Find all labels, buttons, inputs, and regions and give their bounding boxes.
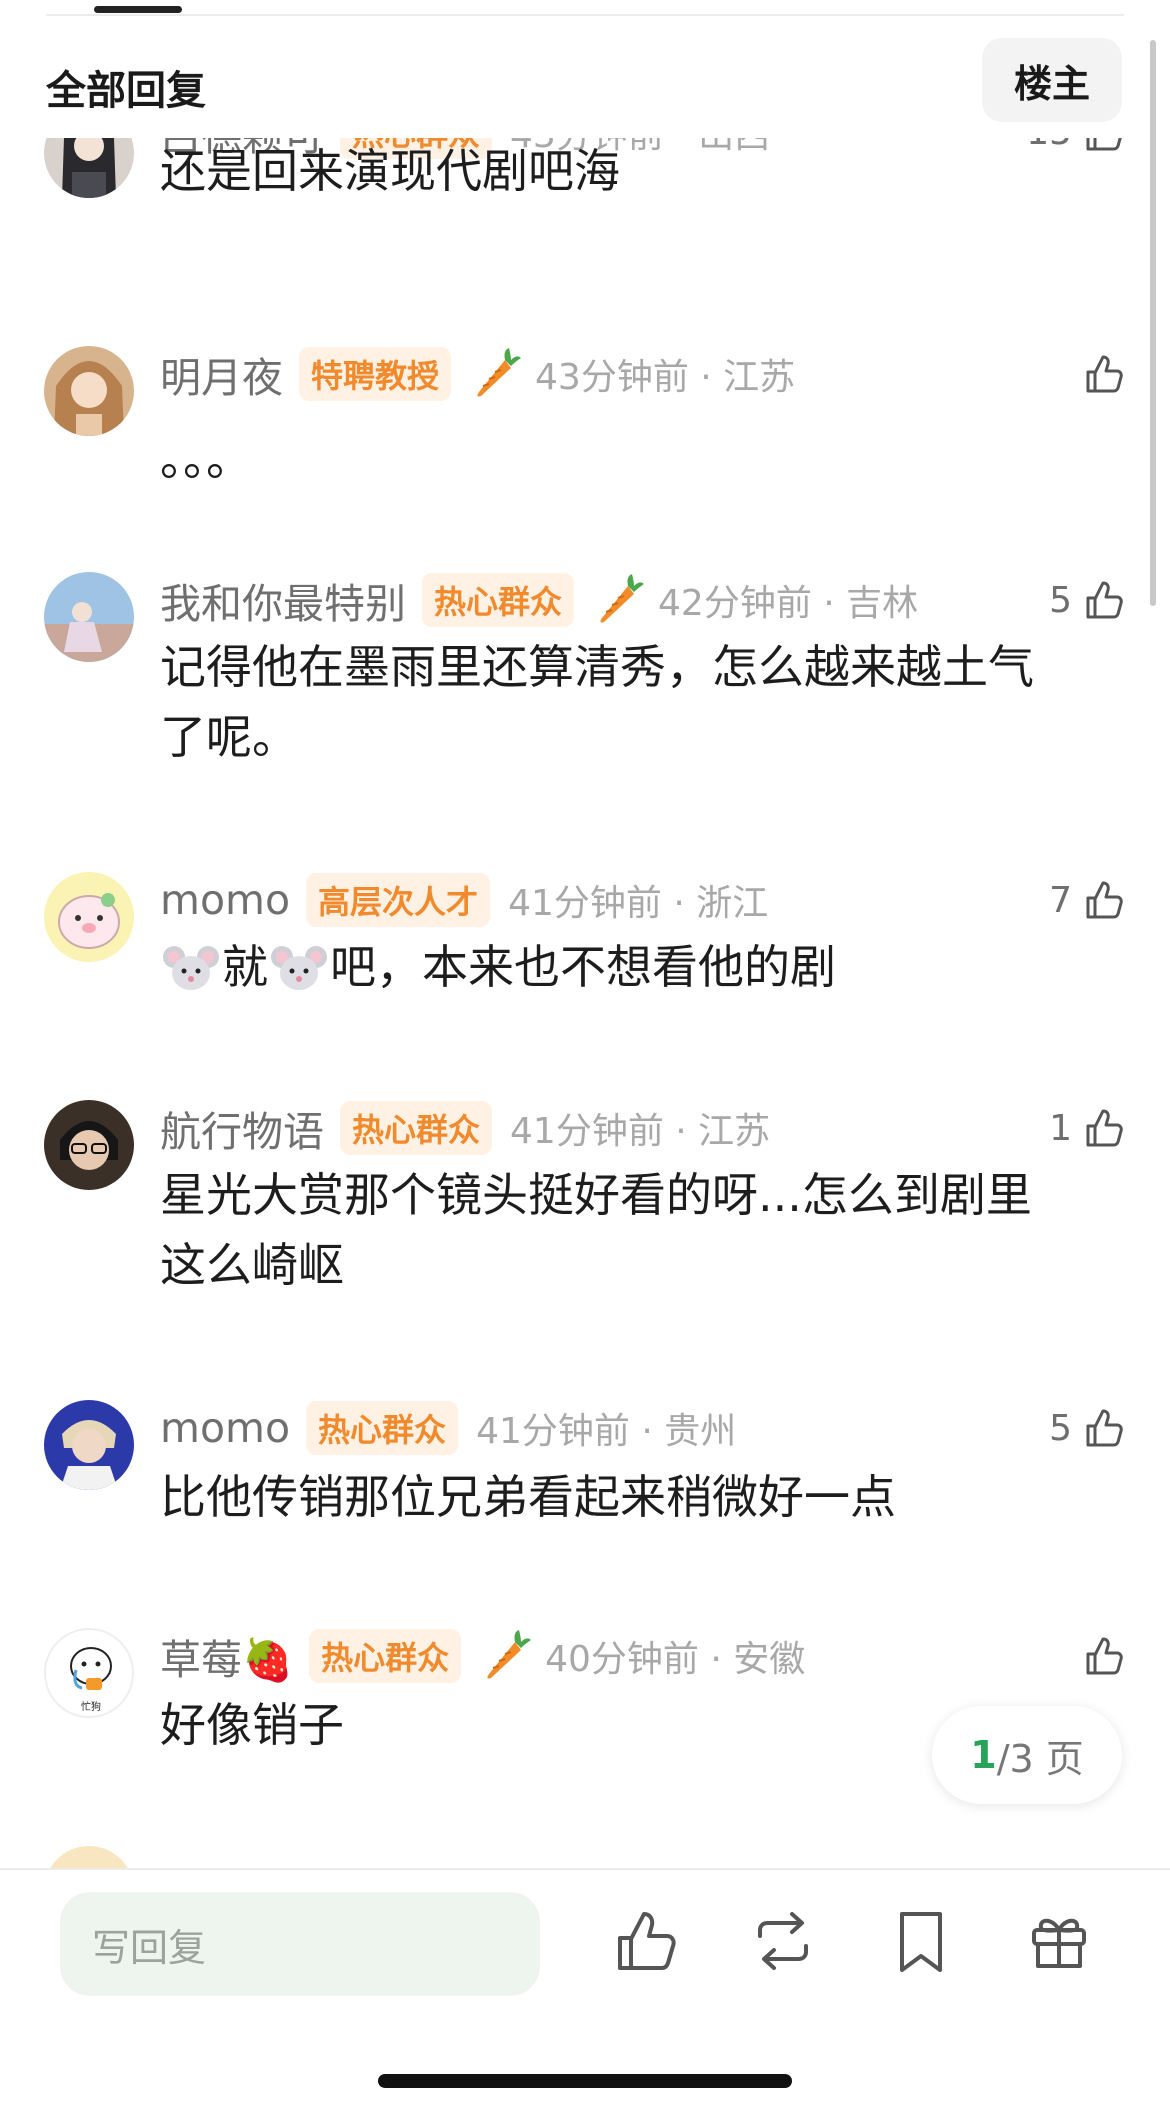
like-control[interactable] — [1072, 1628, 1126, 1684]
comment-meta: momo 热心群众 41分钟前 · 贵州 — [160, 1400, 736, 1456]
carrot-icon — [600, 574, 645, 623]
comment-text: 还是回来演现代剧吧海 — [160, 144, 620, 198]
avatar[interactable] — [44, 346, 134, 436]
bottom-action-bar: 写回复 — [0, 1868, 1170, 2120]
replies-header: 全部回复 楼主 — [0, 20, 1170, 138]
thumbs-up-icon[interactable] — [1082, 352, 1126, 396]
comment-text-part: 吧，本来也不想看他的剧 — [330, 940, 836, 994]
thumbs-up-icon[interactable] — [1082, 1106, 1126, 1150]
comment-meta: 草莓🍓 热心群众 40分钟前 · 安徽 — [160, 1628, 805, 1684]
page-current: 1 — [970, 1733, 997, 1777]
like-count: 5 — [1049, 579, 1072, 621]
like-count: 5 — [1049, 1407, 1072, 1449]
comment-meta: 我和你最特别 热心群众 42分钟前 · 吉林 — [160, 572, 918, 628]
thumbs-up-icon[interactable] — [610, 1906, 680, 1976]
like-control[interactable] — [1072, 346, 1126, 402]
home-indicator[interactable] — [378, 2074, 792, 2088]
comment-text: 记得他在墨雨里还算清秀，怎么越来越土气 了呢。 — [160, 632, 1100, 772]
comment-list[interactable]: 吕德颗可 热心群众 43分钟前 · 山西 15 还是回来演现代剧吧海 明月夜 特… — [0, 0, 1170, 1868]
avatar[interactable] — [44, 1100, 134, 1190]
repost-icon[interactable] — [748, 1906, 818, 1976]
username[interactable]: 明月夜 — [160, 344, 283, 404]
like-count: 1 — [1049, 1107, 1072, 1149]
comment-text-line: 记得他在墨雨里还算清秀，怎么越来越土气 — [160, 640, 1034, 694]
like-control[interactable]: 5 — [1049, 572, 1126, 628]
comment-meta: 明月夜 特聘教授 43分钟前 · 江苏 — [160, 346, 795, 402]
username[interactable]: 我和你最特别 — [160, 570, 406, 630]
avatar-caption: 忙狗 — [81, 1700, 101, 1713]
user-badge: 高层次人才 — [306, 873, 491, 927]
user-badge: 热心群众 — [422, 573, 575, 627]
comment-text: 就 吧，本来也不想看他的剧 — [160, 932, 1100, 1002]
timestamp-location: 40分钟前 · 安徽 — [545, 1639, 806, 1680]
user-badge: 热心群众 — [340, 1101, 493, 1155]
gift-icon[interactable] — [1024, 1906, 1094, 1976]
carrot-icon — [477, 348, 522, 397]
avatar[interactable] — [44, 872, 134, 962]
username[interactable]: 航行物语 — [160, 1098, 324, 1158]
comment-meta: 航行物语 热心群众 41分钟前 · 江苏 — [160, 1100, 770, 1156]
timestamp-location: 42分钟前 · 吉林 — [658, 583, 919, 624]
like-control[interactable]: 5 — [1049, 1400, 1126, 1456]
avatar[interactable]: 忙狗 — [44, 1628, 134, 1718]
like-count: 7 — [1049, 879, 1072, 921]
user-badge: 热心群众 — [309, 1629, 462, 1683]
user-badge: 特聘教授 — [299, 347, 452, 401]
comment-text-line: 了呢。 — [160, 710, 298, 764]
page-indicator[interactable]: 1/3 页 — [932, 1706, 1122, 1804]
scrollbar[interactable] — [1150, 40, 1156, 606]
comment-text-part: 就 — [222, 940, 268, 994]
timestamp-location: 41分钟前 · 江苏 — [510, 1111, 771, 1152]
timestamp-location: 41分钟前 · 浙江 — [508, 883, 769, 924]
thumbs-up-icon[interactable] — [1082, 1406, 1126, 1450]
comment-text-line: 这么崎岖 — [160, 1238, 344, 1292]
avatar[interactable] — [44, 1400, 134, 1490]
username[interactable]: momo — [160, 1404, 290, 1452]
mouse-emoji-icon — [271, 946, 327, 990]
page-total: /3 页 — [996, 1736, 1084, 1781]
owner-only-button[interactable]: 楼主 — [982, 38, 1122, 122]
like-control[interactable]: 1 — [1049, 1100, 1126, 1156]
timestamp-location: 41分钟前 · 贵州 — [476, 1411, 737, 1452]
comment-text: 比他传销那位兄弟看起来稍微好一点 — [160, 1470, 896, 1524]
thumbs-up-icon[interactable] — [1082, 1634, 1126, 1678]
comment-text-line: 星光大赏那个镜头挺好看的呀...怎么到剧里 — [160, 1168, 1032, 1222]
thumbs-up-icon[interactable] — [1082, 578, 1126, 622]
comment-text: 。。。 — [160, 432, 252, 486]
comment-meta: momo 高层次人才 41分钟前 · 浙江 — [160, 872, 768, 928]
username[interactable]: momo — [160, 876, 290, 924]
comment-text: 星光大赏那个镜头挺好看的呀...怎么到剧里 这么崎岖 — [160, 1160, 1100, 1300]
avatar[interactable] — [44, 1846, 134, 1868]
like-control[interactable]: 7 — [1049, 872, 1126, 928]
mouse-emoji-icon — [163, 946, 219, 990]
username[interactable]: 草莓🍓 — [160, 1626, 293, 1686]
reply-input[interactable]: 写回复 — [60, 1892, 540, 1996]
bookmark-icon[interactable] — [886, 1906, 956, 1976]
thumbs-up-icon[interactable] — [1082, 878, 1126, 922]
carrot-icon — [487, 1630, 532, 1679]
timestamp-location: 43分钟前 · 江苏 — [535, 357, 796, 398]
avatar[interactable] — [44, 572, 134, 662]
page-title: 全部回复 — [46, 68, 206, 114]
user-badge: 热心群众 — [306, 1401, 459, 1455]
